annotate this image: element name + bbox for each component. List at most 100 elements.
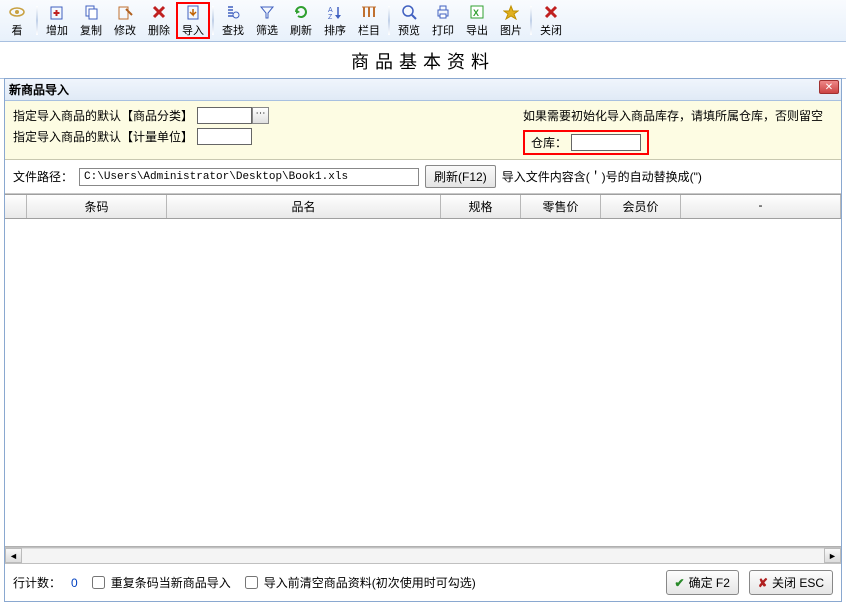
refresh-button[interactable]: 刷新(F12): [425, 165, 496, 188]
rowcount-value: 0: [71, 576, 78, 590]
check-icon: ✔: [675, 576, 685, 590]
close-icon: ✘: [758, 576, 768, 590]
unit-label: 指定导入商品的默认【计量单位】: [13, 128, 193, 145]
copy-icon: [82, 3, 100, 20]
toolbar-label: 筛选: [256, 22, 278, 38]
refresh-icon: [292, 3, 310, 20]
toolbar-label: 查找: [222, 22, 244, 38]
edit-icon: [116, 3, 134, 20]
category-input[interactable]: [197, 107, 252, 124]
cancel-label: 关闭 ESC: [772, 574, 824, 591]
toolbar-export-xls-button[interactable]: X 导出: [460, 2, 494, 39]
toolbar-label: 删除: [148, 22, 170, 38]
col-rowhandle[interactable]: [5, 195, 27, 218]
col-retail[interactable]: 零售价: [521, 195, 601, 218]
x-red-icon: [150, 3, 168, 20]
svg-text:X: X: [473, 8, 479, 18]
toolbar-eye-button[interactable]: 看: [0, 2, 34, 39]
warehouse-highlight: 仓库：: [523, 130, 649, 155]
toolbar-preview-button[interactable]: 预览: [392, 2, 426, 39]
filter-icon: [258, 3, 276, 20]
sort-icon: AZ: [326, 3, 344, 20]
col-member[interactable]: 会员价: [601, 195, 681, 218]
toolbar-edit-button[interactable]: 修改: [108, 2, 142, 39]
clear-checkbox[interactable]: [245, 576, 258, 589]
category-label: 指定导入商品的默认【商品分类】: [13, 107, 193, 124]
toolbar-refresh-button[interactable]: 刷新: [284, 2, 318, 39]
toolbar-label: 预览: [398, 22, 420, 38]
path-area: 文件路径： 刷新(F12) 导入文件内容含(＇)号的自动替换成("): [5, 160, 841, 194]
toolbar-label: 修改: [114, 22, 136, 38]
dialog-footer: 行计数： 0 重复条码当新商品导入 导入前清空商品资料(初次使用时可勾选) ✔ …: [5, 564, 841, 601]
toolbar-label: 图片: [500, 22, 522, 38]
toolbar-label: 导出: [466, 22, 488, 38]
export-xls-icon: X: [468, 3, 486, 20]
toolbar-x-red-button[interactable]: 删除: [142, 2, 176, 39]
toolbar-label: 导入: [182, 22, 204, 38]
svg-text:A: A: [328, 7, 333, 14]
columns-icon: [360, 3, 378, 20]
clear-checkbox-wrap[interactable]: 导入前清空商品资料(初次使用时可勾选): [241, 573, 476, 592]
toolbar-label: 栏目: [358, 22, 380, 38]
toolbar-sort-button[interactable]: AZ 排序: [318, 2, 352, 39]
col-barcode[interactable]: 条码: [27, 195, 167, 218]
horizontal-scrollbar[interactable]: ◄ ►: [5, 547, 841, 564]
eye-icon: [8, 3, 26, 20]
dialog-title: 新商品导入: [9, 81, 69, 98]
ok-button[interactable]: ✔ 确定 F2: [666, 570, 739, 595]
col-dash[interactable]: -: [681, 195, 841, 218]
toolbar-label: 排序: [324, 22, 346, 38]
clear-checkbox-label: 导入前清空商品资料(初次使用时可勾选): [264, 574, 476, 591]
preview-icon: [400, 3, 418, 20]
plus-icon: [48, 3, 66, 20]
grid-body[interactable]: [5, 219, 841, 547]
toolbar-copy-button[interactable]: 复制: [74, 2, 108, 39]
path-label: 文件路径：: [13, 168, 73, 185]
col-spec[interactable]: 规格: [441, 195, 521, 218]
unit-input[interactable]: [197, 128, 252, 145]
toolbar-plus-button[interactable]: 增加: [40, 2, 74, 39]
toolbar-label: 增加: [46, 22, 68, 38]
toolbar-columns-button[interactable]: 栏目: [352, 2, 386, 39]
toolbar-label: 看: [12, 22, 23, 38]
page-title: 商品基本资料: [0, 42, 846, 79]
main-toolbar: 看 增加复制修改删除导入 查找筛选刷新 AZ 排序栏目 预览打印 X 导出图片 关闭: [0, 0, 846, 42]
scroll-right-button[interactable]: ►: [824, 548, 841, 563]
toolbar-search-button[interactable]: 查找: [216, 2, 250, 39]
toolbar-label: 打印: [432, 22, 454, 38]
warehouse-input[interactable]: [571, 134, 641, 151]
scroll-left-button[interactable]: ◄: [5, 548, 22, 563]
dialog-close-button[interactable]: ✕: [819, 80, 839, 94]
print-icon: [434, 3, 452, 20]
toolbar-separator: [36, 6, 38, 35]
toolbar-separator: [212, 6, 214, 35]
col-name[interactable]: 品名: [167, 195, 441, 218]
image-icon: [502, 3, 520, 20]
toolbar-label: 复制: [80, 22, 102, 38]
toolbar-separator: [388, 6, 390, 35]
dup-checkbox-label: 重复条码当新商品导入: [111, 574, 231, 591]
dialog-titlebar: 新商品导入 ✕: [5, 79, 841, 101]
import-dialog: 新商品导入 ✕ 指定导入商品的默认【商品分类】 ⋯ 指定导入商品的默认【计量单位…: [4, 78, 842, 602]
file-path-input[interactable]: [79, 168, 419, 186]
warehouse-label: 仓库：: [531, 134, 567, 151]
toolbar-filter-button[interactable]: 筛选: [250, 2, 284, 39]
dup-checkbox[interactable]: [92, 576, 105, 589]
path-hint: 导入文件内容含(＇)号的自动替换成("): [502, 168, 702, 185]
cancel-button[interactable]: ✘ 关闭 ESC: [749, 570, 833, 595]
grid-header: 条码 品名 规格 零售价 会员价 -: [5, 194, 841, 219]
svg-text:Z: Z: [328, 14, 333, 20]
import-icon: [184, 4, 202, 20]
dup-checkbox-wrap[interactable]: 重复条码当新商品导入: [88, 573, 231, 592]
toolbar-separator: [530, 6, 532, 35]
scroll-track[interactable]: [22, 548, 824, 563]
init-hint: 如果需要初始化导入商品库存，请填所属仓库，否则留空: [523, 107, 823, 124]
toolbar-label: 关闭: [540, 22, 562, 38]
toolbar-print-button[interactable]: 打印: [426, 2, 460, 39]
rowcount-label: 行计数：: [13, 574, 61, 591]
toolbar-import-button[interactable]: 导入: [176, 2, 210, 39]
toolbar-image-button[interactable]: 图片: [494, 2, 528, 39]
toolbar-close-x-button[interactable]: 关闭: [534, 2, 568, 39]
close-x-icon: [542, 3, 560, 20]
category-browse-button[interactable]: ⋯: [252, 107, 269, 124]
